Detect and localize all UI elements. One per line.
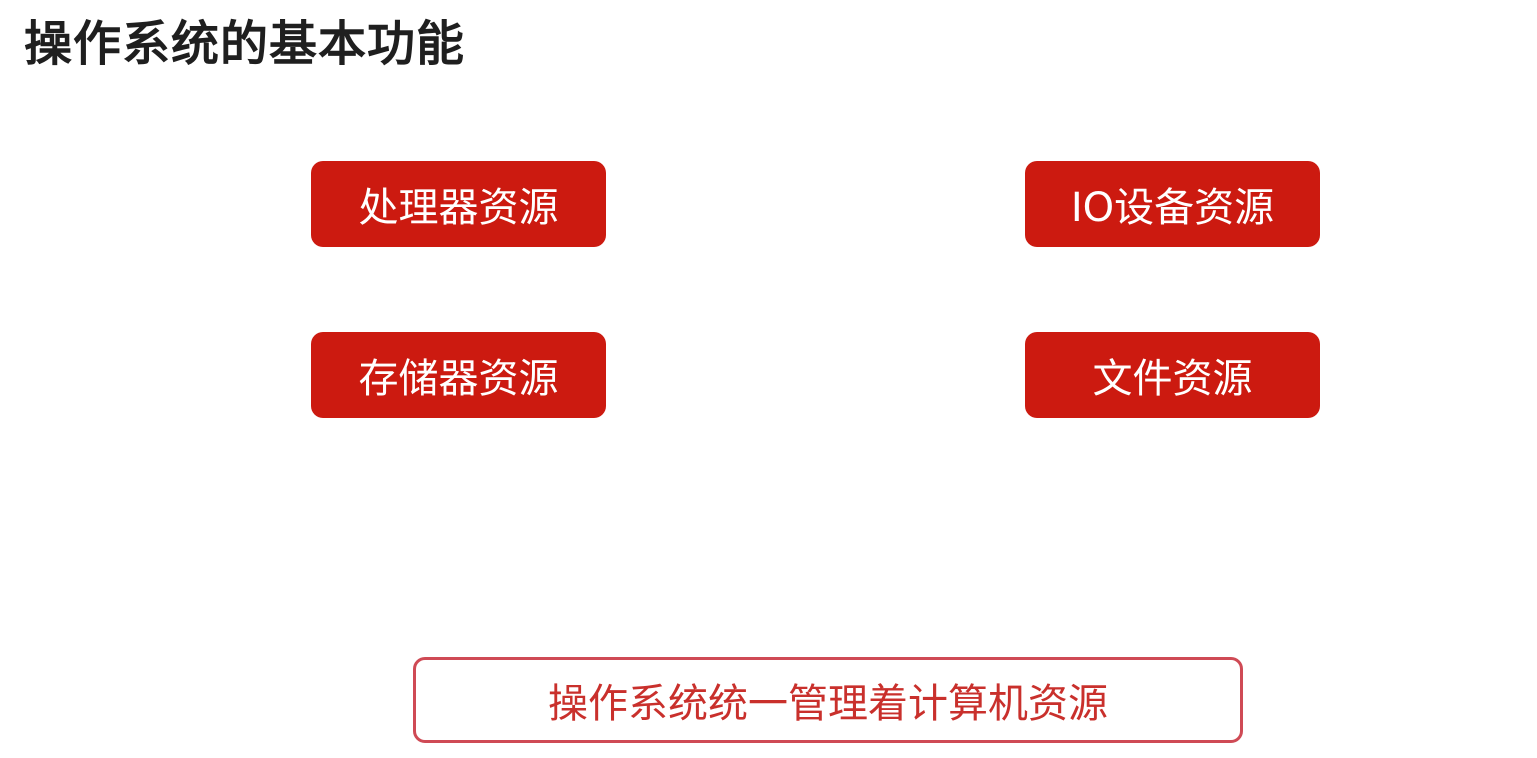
memory-resource-box: 存储器资源 [311, 332, 606, 418]
summary-box: 操作系统统一管理着计算机资源 [413, 657, 1243, 743]
processor-resource-box: 处理器资源 [311, 161, 606, 247]
file-resource-box: 文件资源 [1025, 332, 1320, 418]
page-title: 操作系统的基本功能 [24, 16, 466, 72]
io-device-resource-box: IO设备资源 [1025, 161, 1320, 247]
